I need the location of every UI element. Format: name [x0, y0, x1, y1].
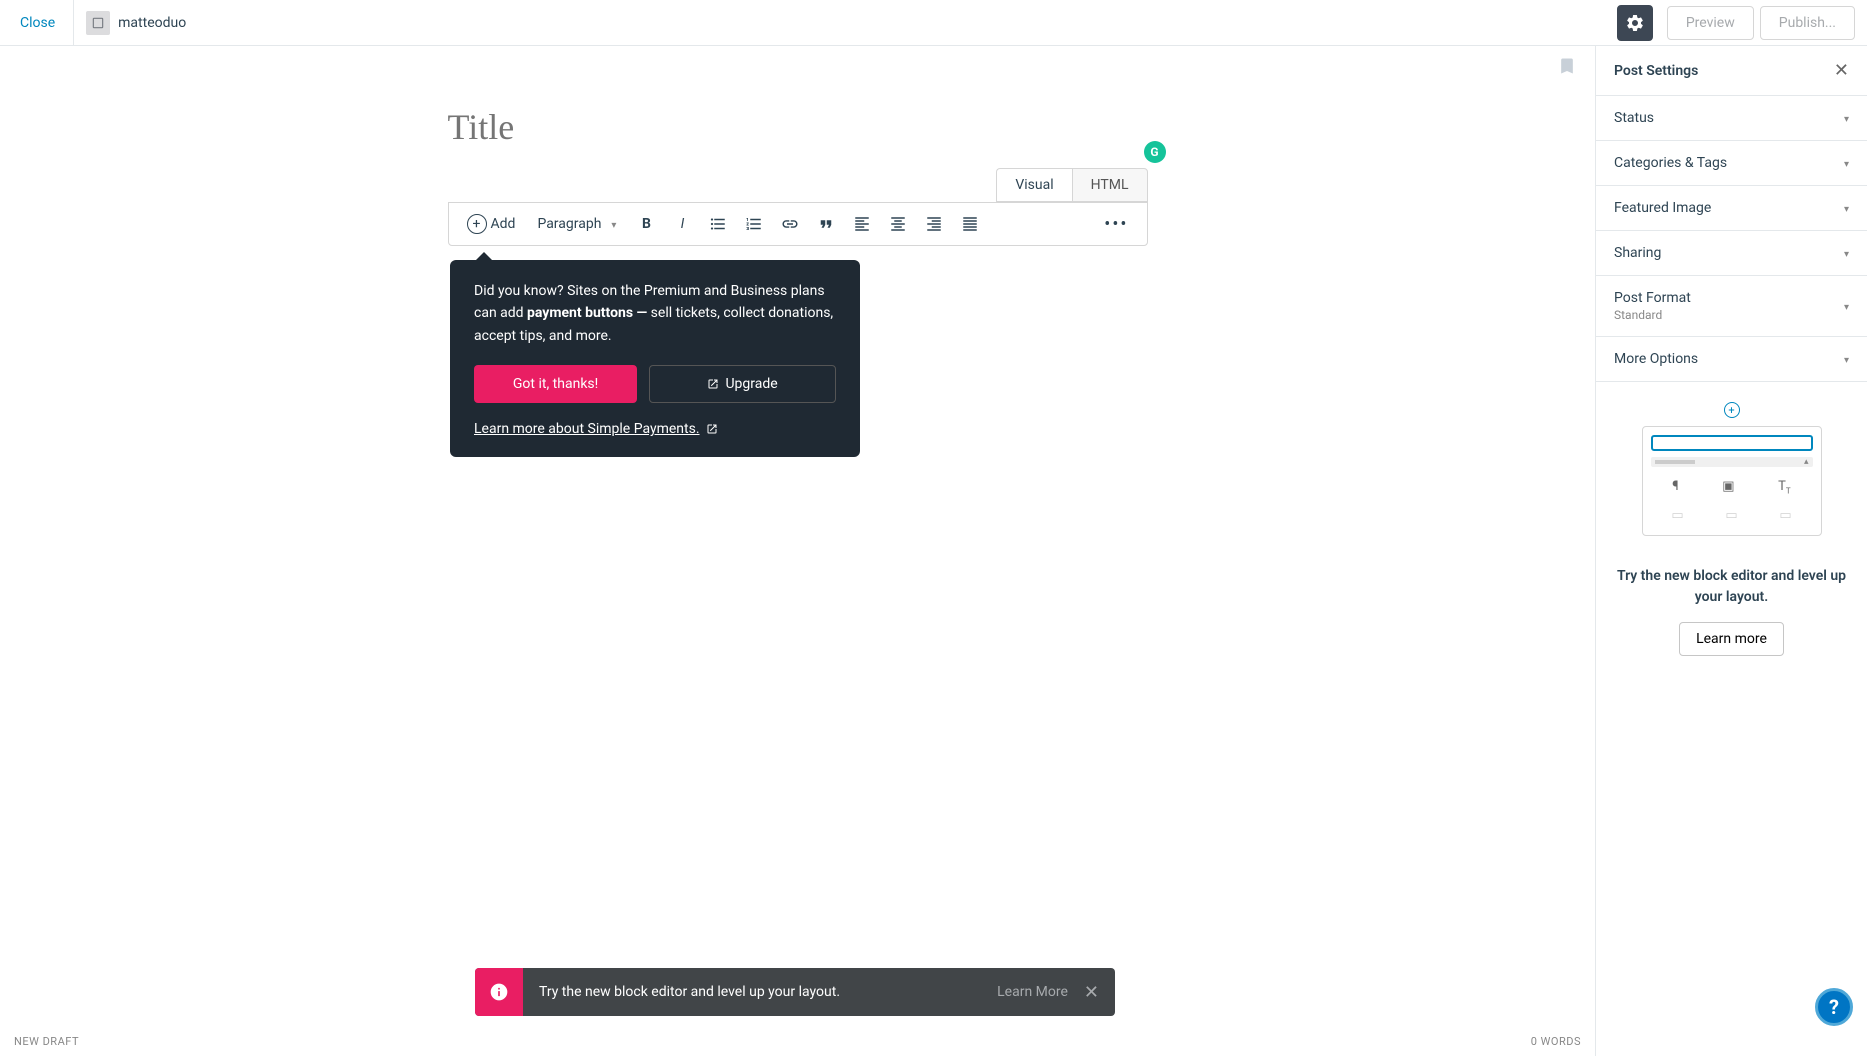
promo-learn-more-button[interactable]: Learn more	[1679, 622, 1784, 656]
editor-column: G Visual HTML + Add Paragraph B I	[0, 46, 1595, 1056]
divider	[73, 0, 74, 46]
link-button[interactable]	[774, 208, 806, 240]
sidebar-title: Post Settings	[1614, 63, 1698, 79]
bullet-list-button[interactable]	[702, 208, 734, 240]
external-link-icon	[707, 378, 719, 390]
top-bar: Close matteoduo Preview Publish...	[0, 0, 1867, 46]
sidebar-item-more-options[interactable]: More Options	[1596, 337, 1867, 382]
status-label: Status	[1614, 110, 1654, 126]
promo-text: Try the new block editor and level up yo…	[1614, 566, 1849, 608]
info-icon	[475, 968, 523, 1016]
title-input[interactable]	[448, 96, 1148, 168]
draft-status: NEW DRAFT	[14, 1035, 79, 1048]
numbered-list-button[interactable]	[738, 208, 770, 240]
upgrade-button[interactable]: Upgrade	[649, 365, 836, 403]
italic-button[interactable]: I	[666, 208, 698, 240]
add-button[interactable]: + Add	[459, 210, 524, 238]
settings-gear-button[interactable]	[1617, 5, 1653, 41]
post-format-label: Post Format	[1614, 290, 1691, 306]
chevron-down-icon	[611, 216, 616, 232]
promo-preview-image: + ▴ ¶ ▣ TT ▭▭▭	[1642, 402, 1822, 552]
sidebar: Post Settings ✕ Status Categories & Tags…	[1595, 46, 1867, 1056]
tab-html[interactable]: HTML	[1072, 168, 1148, 202]
preview-button[interactable]: Preview	[1667, 6, 1754, 40]
notice-close-button[interactable]: ✕	[1084, 982, 1099, 1003]
sidebar-close-button[interactable]: ✕	[1834, 60, 1849, 81]
toolbar-more-button[interactable]: •••	[1096, 214, 1136, 235]
got-it-button[interactable]: Got it, thanks!	[474, 365, 637, 403]
notice-bar: Try the new block editor and level up yo…	[475, 968, 1115, 1016]
publish-button[interactable]: Publish...	[1760, 6, 1855, 40]
external-link-icon	[706, 423, 718, 435]
featured-label: Featured Image	[1614, 200, 1711, 216]
categories-label: Categories & Tags	[1614, 155, 1727, 171]
notice-text: Try the new block editor and level up yo…	[523, 984, 997, 1000]
close-button[interactable]: Close	[12, 15, 73, 31]
main-area: G Visual HTML + Add Paragraph B I	[0, 46, 1867, 1056]
post-format-value: Standard	[1614, 308, 1691, 322]
tab-visual[interactable]: Visual	[996, 168, 1071, 202]
chevron-down-icon	[1844, 110, 1849, 126]
editor-toolbar: + Add Paragraph B I •••	[448, 202, 1148, 246]
tooltip-text: Did you know? Sites on the Premium and B…	[474, 280, 836, 347]
paragraph-label: Paragraph	[537, 216, 601, 232]
align-right-button[interactable]	[918, 208, 950, 240]
sidebar-header: Post Settings ✕	[1596, 46, 1867, 96]
chevron-down-icon	[1844, 351, 1849, 367]
editor-tabs: Visual HTML	[448, 168, 1148, 202]
chevron-down-icon	[1844, 155, 1849, 171]
chevron-down-icon	[1844, 298, 1849, 314]
plus-icon: +	[467, 214, 487, 234]
plus-circle-icon: +	[1724, 402, 1740, 418]
word-count: 0 WORDS	[1531, 1035, 1581, 1048]
paragraph-dropdown[interactable]: Paragraph	[527, 212, 626, 236]
sidebar-item-post-format[interactable]: Post Format Standard	[1596, 276, 1867, 337]
bookmark-icon[interactable]	[1557, 56, 1577, 80]
sidebar-item-categories[interactable]: Categories & Tags	[1596, 141, 1867, 186]
sharing-label: Sharing	[1614, 245, 1661, 261]
align-center-button[interactable]	[882, 208, 914, 240]
notice-learn-more-link[interactable]: Learn More	[997, 984, 1068, 1000]
add-label: Add	[491, 216, 516, 232]
bold-button[interactable]: B	[630, 208, 662, 240]
payment-tooltip: Did you know? Sites on the Premium and B…	[450, 260, 860, 457]
chevron-down-icon	[1844, 245, 1849, 261]
bottom-bar: NEW DRAFT 0 WORDS	[0, 1026, 1595, 1056]
sidebar-item-status[interactable]: Status	[1596, 96, 1867, 141]
site-icon	[86, 11, 110, 35]
align-justify-button[interactable]	[954, 208, 986, 240]
chevron-down-icon	[1844, 200, 1849, 216]
grammarly-icon[interactable]: G	[1144, 141, 1166, 163]
more-options-label: More Options	[1614, 351, 1698, 367]
help-button[interactable]: ?	[1815, 988, 1853, 1026]
sidebar-item-sharing[interactable]: Sharing	[1596, 231, 1867, 276]
learn-more-link[interactable]: Learn more about Simple Payments.	[474, 421, 718, 437]
align-left-button[interactable]	[846, 208, 878, 240]
gear-icon	[1625, 13, 1645, 33]
sidebar-item-featured[interactable]: Featured Image	[1596, 186, 1867, 231]
site-name[interactable]: matteoduo	[118, 15, 186, 31]
quote-button[interactable]	[810, 208, 842, 240]
promo-box: + ▴ ¶ ▣ TT ▭▭▭ Try the new block editor …	[1596, 382, 1867, 676]
